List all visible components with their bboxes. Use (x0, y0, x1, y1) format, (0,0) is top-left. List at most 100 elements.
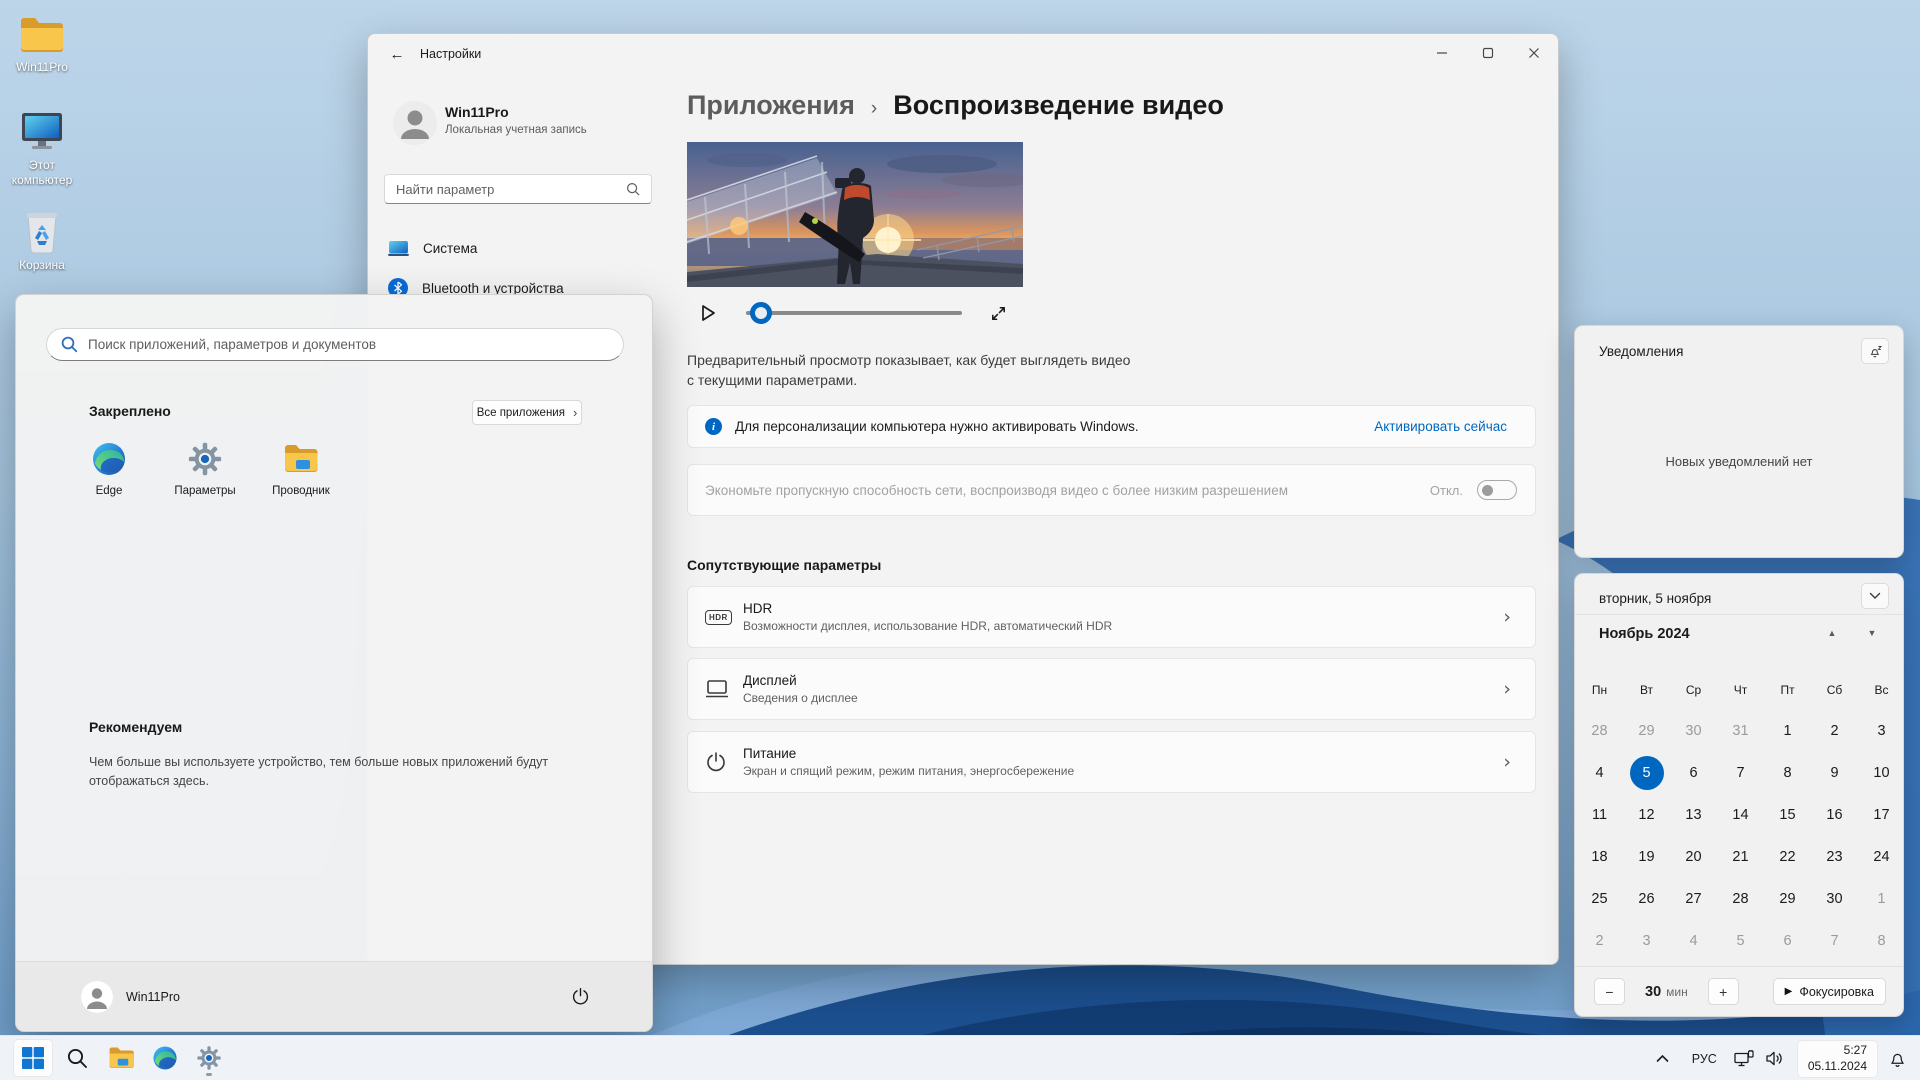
taskbar-explorer-button[interactable] (101, 1039, 141, 1077)
calendar-day[interactable]: 28 (1576, 710, 1623, 752)
focus-minus-button[interactable]: − (1594, 978, 1625, 1005)
start-search-box[interactable] (46, 328, 624, 361)
power-button[interactable] (563, 980, 597, 1014)
account-avatar[interactable] (393, 101, 437, 145)
volume-button[interactable] (1759, 1050, 1791, 1067)
play-button[interactable] (695, 300, 721, 326)
calendar-day[interactable]: 25 (1576, 878, 1623, 920)
sidebar-item-system[interactable]: Система (376, 230, 656, 266)
calendar-day[interactable]: 9 (1811, 752, 1858, 794)
calendar-day[interactable]: 31 (1717, 710, 1764, 752)
calendar-day[interactable]: 24 (1858, 836, 1905, 878)
minus-icon: − (1605, 983, 1614, 1000)
activate-now-link[interactable]: Активировать сейчас (1374, 419, 1507, 434)
focus-plus-button[interactable]: + (1707, 978, 1739, 1005)
calendar-day[interactable]: 7 (1811, 920, 1858, 962)
taskbar-tray: РУС 5:27 05.11.2024 (1646, 1036, 1920, 1080)
display-card[interactable]: Дисплей Сведения о дисплее › (687, 658, 1536, 720)
calendar-day[interactable]: 30 (1670, 710, 1717, 752)
calendar-day[interactable]: 17 (1858, 794, 1905, 836)
calendar-day[interactable]: 6 (1764, 920, 1811, 962)
start-search-input[interactable] (88, 337, 609, 352)
taskbar-settings-button[interactable] (189, 1039, 229, 1077)
calendar-day[interactable]: 23 (1811, 836, 1858, 878)
desktop-icon-win11pro[interactable]: Win11Pro (0, 12, 84, 75)
calendar-day[interactable]: 26 (1623, 878, 1670, 920)
calendar-day[interactable]: 8 (1858, 920, 1905, 962)
maximize-button[interactable] (1465, 35, 1511, 71)
minimize-button[interactable] (1419, 35, 1465, 71)
calendar-day[interactable]: 7 (1717, 752, 1764, 794)
seek-slider[interactable] (746, 296, 966, 330)
calendar-day[interactable]: 14 (1717, 794, 1764, 836)
start-user-button[interactable]: Win11Pro (81, 980, 180, 1013)
calendar-day[interactable]: 28 (1717, 878, 1764, 920)
calendar-day[interactable]: 18 (1576, 836, 1623, 878)
notification-settings-button[interactable] (1861, 338, 1889, 364)
settings-search-box[interactable] (384, 174, 652, 204)
slider-track[interactable] (746, 311, 962, 315)
calendar-day[interactable]: 21 (1717, 836, 1764, 878)
running-indicator (206, 1073, 212, 1076)
focus-start-button[interactable]: ▶ Фокусировка (1772, 978, 1886, 1005)
pinned-app-settings[interactable]: Параметры (157, 441, 253, 497)
calendar-day[interactable]: 6 (1670, 752, 1717, 794)
calendar-day[interactable]: 1 (1764, 710, 1811, 752)
settings-search-input[interactable] (385, 181, 626, 197)
calendar-day[interactable]: 2 (1811, 710, 1858, 752)
desktop-icon-this-pc[interactable]: Этот компьютер (0, 110, 84, 188)
calendar-day[interactable]: 10 (1858, 752, 1905, 794)
calendar-month-label[interactable]: Ноябрь 2024 (1599, 626, 1690, 642)
calendar-day[interactable]: 22 (1764, 836, 1811, 878)
calendar-day[interactable]: 27 (1670, 878, 1717, 920)
calendar-day[interactable]: 12 (1623, 794, 1670, 836)
calendar-day[interactable]: 1 (1858, 878, 1905, 920)
bandwidth-toggle[interactable] (1477, 480, 1517, 500)
calendar-day[interactable]: 8 (1764, 752, 1811, 794)
calendar-day[interactable]: 20 (1670, 836, 1717, 878)
slider-thumb[interactable] (750, 302, 772, 324)
pinned-app-explorer[interactable]: Проводник (253, 441, 349, 497)
breadcrumb-parent[interactable]: Приложения (687, 90, 855, 121)
fullscreen-button[interactable] (985, 300, 1011, 326)
language-indicator[interactable]: РУС (1680, 1052, 1729, 1066)
hdr-card[interactable]: HDR HDR Возможности дисплея, использован… (687, 586, 1536, 648)
weekday-label: Пт (1780, 683, 1795, 697)
power-card[interactable]: Питание Экран и спящий режим, режим пита… (687, 731, 1536, 793)
back-button[interactable]: ← (380, 40, 414, 68)
calendar-day[interactable]: 15 (1764, 794, 1811, 836)
taskbar-search-button[interactable] (57, 1039, 97, 1077)
calendar-day[interactable]: 11 (1576, 794, 1623, 836)
calendar-day[interactable]: 4 (1670, 920, 1717, 962)
calendar-day[interactable]: 4 (1576, 752, 1623, 794)
notifications-empty-text: Новых уведомлений нет (1665, 454, 1813, 469)
pinned-app-edge[interactable]: Edge (61, 441, 157, 497)
calendar-next-month-button[interactable]: ▼ (1859, 628, 1885, 648)
all-apps-button[interactable]: Все приложения › (472, 400, 582, 425)
calendar-day[interactable]: 2 (1576, 920, 1623, 962)
calendar-day[interactable]: 3 (1623, 920, 1670, 962)
calendar-day[interactable]: 29 (1623, 710, 1670, 752)
taskbar-edge-button[interactable] (145, 1039, 185, 1077)
pinned-app-label: Параметры (174, 485, 236, 497)
calendar-collapse-button[interactable] (1861, 583, 1889, 609)
search-icon (67, 1048, 87, 1068)
calendar-day[interactable]: 13 (1670, 794, 1717, 836)
start-button[interactable] (13, 1039, 53, 1077)
network-button[interactable] (1729, 1050, 1759, 1067)
clock-button[interactable]: 5:27 05.11.2024 (1796, 1039, 1878, 1078)
calendar-day[interactable]: 29 (1764, 878, 1811, 920)
calendar-day[interactable]: 30 (1811, 878, 1858, 920)
calendar-day[interactable]: 5 (1717, 920, 1764, 962)
calendar-prev-month-button[interactable]: ▲ (1819, 628, 1845, 648)
close-button[interactable] (1511, 35, 1557, 71)
calendar-day[interactable]: 19 (1623, 836, 1670, 878)
calendar-day[interactable]: 16 (1811, 794, 1858, 836)
notification-bell-button[interactable] (1880, 1040, 1914, 1078)
tray-overflow-button[interactable] (1646, 1054, 1680, 1063)
calendar-day[interactable]: 5 (1623, 752, 1670, 794)
taskbar-date: 05.11.2024 (1807, 1058, 1867, 1073)
calendar-day[interactable]: 3 (1858, 710, 1905, 752)
bell-snooze-icon (1870, 345, 1882, 357)
desktop-icon-recycle-bin[interactable]: Корзина (0, 210, 84, 273)
